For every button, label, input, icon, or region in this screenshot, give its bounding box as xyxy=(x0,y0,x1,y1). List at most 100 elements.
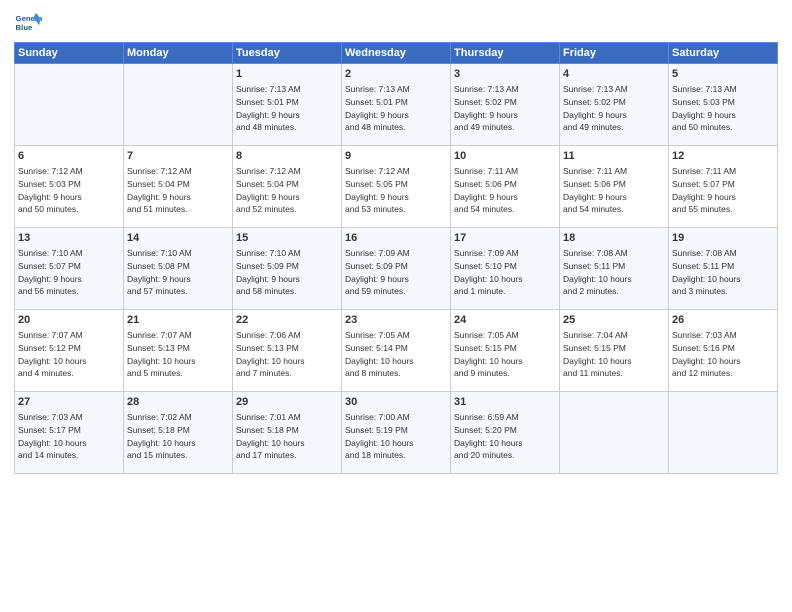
calendar-cell: 31 Sunrise: 6:59 AM Sunset: 5:20 PM Dayli… xyxy=(451,392,560,474)
day-info: Sunrise: 7:10 AM Sunset: 5:08 PM Dayligh… xyxy=(127,248,192,296)
day-info: Sunrise: 7:08 AM Sunset: 5:11 PM Dayligh… xyxy=(672,248,741,296)
calendar-cell: 19 Sunrise: 7:08 AM Sunset: 5:11 PM Dayli… xyxy=(669,228,778,310)
day-number: 27 xyxy=(18,395,120,410)
day-info: Sunrise: 7:05 AM Sunset: 5:14 PM Dayligh… xyxy=(345,330,414,378)
calendar-cell: 1 Sunrise: 7:13 AM Sunset: 5:01 PM Daylig… xyxy=(233,64,342,146)
day-info: Sunrise: 7:13 AM Sunset: 5:03 PM Dayligh… xyxy=(672,84,737,132)
calendar-cell: 20 Sunrise: 7:07 AM Sunset: 5:12 PM Dayli… xyxy=(15,310,124,392)
calendar-cell: 2 Sunrise: 7:13 AM Sunset: 5:01 PM Daylig… xyxy=(342,64,451,146)
day-info: Sunrise: 7:12 AM Sunset: 5:05 PM Dayligh… xyxy=(345,166,410,214)
day-info: Sunrise: 7:09 AM Sunset: 5:10 PM Dayligh… xyxy=(454,248,523,296)
day-number: 29 xyxy=(236,395,338,410)
calendar-cell: 13Sunrise: 7:10 AM Sunset: 5:07 PM Dayli… xyxy=(15,228,124,310)
day-number: 22 xyxy=(236,313,338,328)
weekday-header-tuesday: Tuesday xyxy=(233,43,342,64)
day-info: Sunrise: 7:13 AM Sunset: 5:01 PM Dayligh… xyxy=(236,84,301,132)
calendar-cell: 25 Sunrise: 7:04 AM Sunset: 5:15 PM Dayli… xyxy=(560,310,669,392)
calendar-table: SundayMondayTuesdayWednesdayThursdayFrid… xyxy=(14,42,778,474)
day-info: Sunrise: 7:10 AM Sunset: 5:09 PM Dayligh… xyxy=(236,248,301,296)
day-info: Sunrise: 7:11 AM Sunset: 5:06 PM Dayligh… xyxy=(454,166,518,214)
day-number: 24 xyxy=(454,313,556,328)
day-number: 18 xyxy=(563,231,665,246)
day-number: 11 xyxy=(563,149,665,164)
day-number: 1 xyxy=(236,67,338,82)
day-info: Sunrise: 7:05 AM Sunset: 5:15 PM Dayligh… xyxy=(454,330,523,378)
calendar-cell xyxy=(669,392,778,474)
calendar-cell: 23 Sunrise: 7:05 AM Sunset: 5:14 PM Dayli… xyxy=(342,310,451,392)
calendar-cell xyxy=(124,64,233,146)
day-info: Sunrise: 7:03 AM Sunset: 5:17 PM Dayligh… xyxy=(18,412,87,460)
day-info: Sunrise: 7:12 AM Sunset: 5:04 PM Dayligh… xyxy=(236,166,301,214)
day-info: Sunrise: 7:07 AM Sunset: 5:12 PM Dayligh… xyxy=(18,330,87,378)
day-number: 15 xyxy=(236,231,338,246)
day-info: Sunrise: 7:12 AM Sunset: 5:03 PM Dayligh… xyxy=(18,166,83,214)
day-number: 2 xyxy=(345,67,447,82)
calendar-cell: 7 Sunrise: 7:12 AM Sunset: 5:04 PM Daylig… xyxy=(124,146,233,228)
day-number: 19 xyxy=(672,231,774,246)
day-info: Sunrise: 7:13 AM Sunset: 5:02 PM Dayligh… xyxy=(563,84,628,132)
logo: General Blue xyxy=(14,10,42,38)
day-number: 5 xyxy=(672,67,774,82)
day-number: 31 xyxy=(454,395,556,410)
day-number: 20 xyxy=(18,313,120,328)
day-number: 8 xyxy=(236,149,338,164)
calendar-cell: 10 Sunrise: 7:11 AM Sunset: 5:06 PM Dayli… xyxy=(451,146,560,228)
day-number: 7 xyxy=(127,149,229,164)
day-info: Sunrise: 7:10 AM Sunset: 5:07 PM Dayligh… xyxy=(18,248,83,296)
calendar-cell: 17 Sunrise: 7:09 AM Sunset: 5:10 PM Dayli… xyxy=(451,228,560,310)
day-info: Sunrise: 7:00 AM Sunset: 5:19 PM Dayligh… xyxy=(345,412,414,460)
calendar-cell: 24 Sunrise: 7:05 AM Sunset: 5:15 PM Dayli… xyxy=(451,310,560,392)
calendar-cell: 14 Sunrise: 7:10 AM Sunset: 5:08 PM Dayli… xyxy=(124,228,233,310)
calendar-cell: 9 Sunrise: 7:12 AM Sunset: 5:05 PM Daylig… xyxy=(342,146,451,228)
calendar-cell: 26 Sunrise: 7:03 AM Sunset: 5:16 PM Dayli… xyxy=(669,310,778,392)
day-number: 25 xyxy=(563,313,665,328)
calendar-cell: 11Sunrise: 7:11 AM Sunset: 5:06 PM Dayli… xyxy=(560,146,669,228)
logo-icon: General Blue xyxy=(14,10,42,38)
day-info: Sunrise: 7:03 AM Sunset: 5:16 PM Dayligh… xyxy=(672,330,741,378)
day-info: Sunrise: 7:01 AM Sunset: 5:18 PM Dayligh… xyxy=(236,412,305,460)
day-number: 14 xyxy=(127,231,229,246)
calendar-cell xyxy=(560,392,669,474)
calendar-cell: 22 Sunrise: 7:06 AM Sunset: 5:13 PM Dayli… xyxy=(233,310,342,392)
day-number: 12 xyxy=(672,149,774,164)
day-number: 9 xyxy=(345,149,447,164)
day-number: 26 xyxy=(672,313,774,328)
day-info: Sunrise: 6:59 AM Sunset: 5:20 PM Dayligh… xyxy=(454,412,523,460)
calendar-cell: 3 Sunrise: 7:13 AM Sunset: 5:02 PM Daylig… xyxy=(451,64,560,146)
day-info: Sunrise: 7:13 AM Sunset: 5:01 PM Dayligh… xyxy=(345,84,410,132)
calendar-cell: 15 Sunrise: 7:10 AM Sunset: 5:09 PM Dayli… xyxy=(233,228,342,310)
calendar-cell: 4 Sunrise: 7:13 AM Sunset: 5:02 PM Daylig… xyxy=(560,64,669,146)
day-number: 16 xyxy=(345,231,447,246)
day-info: Sunrise: 7:12 AM Sunset: 5:04 PM Dayligh… xyxy=(127,166,192,214)
calendar-cell: 12 Sunrise: 7:11 AM Sunset: 5:07 PM Dayli… xyxy=(669,146,778,228)
day-info: Sunrise: 7:07 AM Sunset: 5:13 PM Dayligh… xyxy=(127,330,196,378)
weekday-header-wednesday: Wednesday xyxy=(342,43,451,64)
day-info: Sunrise: 7:08 AM Sunset: 5:11 PM Dayligh… xyxy=(563,248,632,296)
day-number: 28 xyxy=(127,395,229,410)
calendar-cell: 30Sunrise: 7:00 AM Sunset: 5:19 PM Dayli… xyxy=(342,392,451,474)
calendar-cell: 6Sunrise: 7:12 AM Sunset: 5:03 PM Daylig… xyxy=(15,146,124,228)
day-info: Sunrise: 7:06 AM Sunset: 5:13 PM Dayligh… xyxy=(236,330,305,378)
weekday-header-sunday: Sunday xyxy=(15,43,124,64)
day-number: 17 xyxy=(454,231,556,246)
day-number: 3 xyxy=(454,67,556,82)
day-info: Sunrise: 7:13 AM Sunset: 5:02 PM Dayligh… xyxy=(454,84,519,132)
day-number: 10 xyxy=(454,149,556,164)
weekday-header-saturday: Saturday xyxy=(669,43,778,64)
calendar-cell: 21 Sunrise: 7:07 AM Sunset: 5:13 PM Dayli… xyxy=(124,310,233,392)
calendar-cell: 29 Sunrise: 7:01 AM Sunset: 5:18 PM Dayli… xyxy=(233,392,342,474)
day-info: Sunrise: 7:11 AM Sunset: 5:07 PM Dayligh… xyxy=(672,166,736,214)
weekday-header-monday: Monday xyxy=(124,43,233,64)
day-info: Sunrise: 7:09 AM Sunset: 5:09 PM Dayligh… xyxy=(345,248,410,296)
day-number: 4 xyxy=(563,67,665,82)
svg-text:Blue: Blue xyxy=(16,23,34,32)
day-info: Sunrise: 7:04 AM Sunset: 5:15 PM Dayligh… xyxy=(563,330,632,378)
weekday-header-friday: Friday xyxy=(560,43,669,64)
calendar-cell: 16 Sunrise: 7:09 AM Sunset: 5:09 PM Dayli… xyxy=(342,228,451,310)
calendar-cell: 18 Sunrise: 7:08 AM Sunset: 5:11 PM Dayli… xyxy=(560,228,669,310)
day-number: 21 xyxy=(127,313,229,328)
calendar-cell: 5 Sunrise: 7:13 AM Sunset: 5:03 PM Daylig… xyxy=(669,64,778,146)
calendar-cell: 27 Sunrise: 7:03 AM Sunset: 5:17 PM Dayli… xyxy=(15,392,124,474)
day-number: 23 xyxy=(345,313,447,328)
calendar-cell xyxy=(15,64,124,146)
